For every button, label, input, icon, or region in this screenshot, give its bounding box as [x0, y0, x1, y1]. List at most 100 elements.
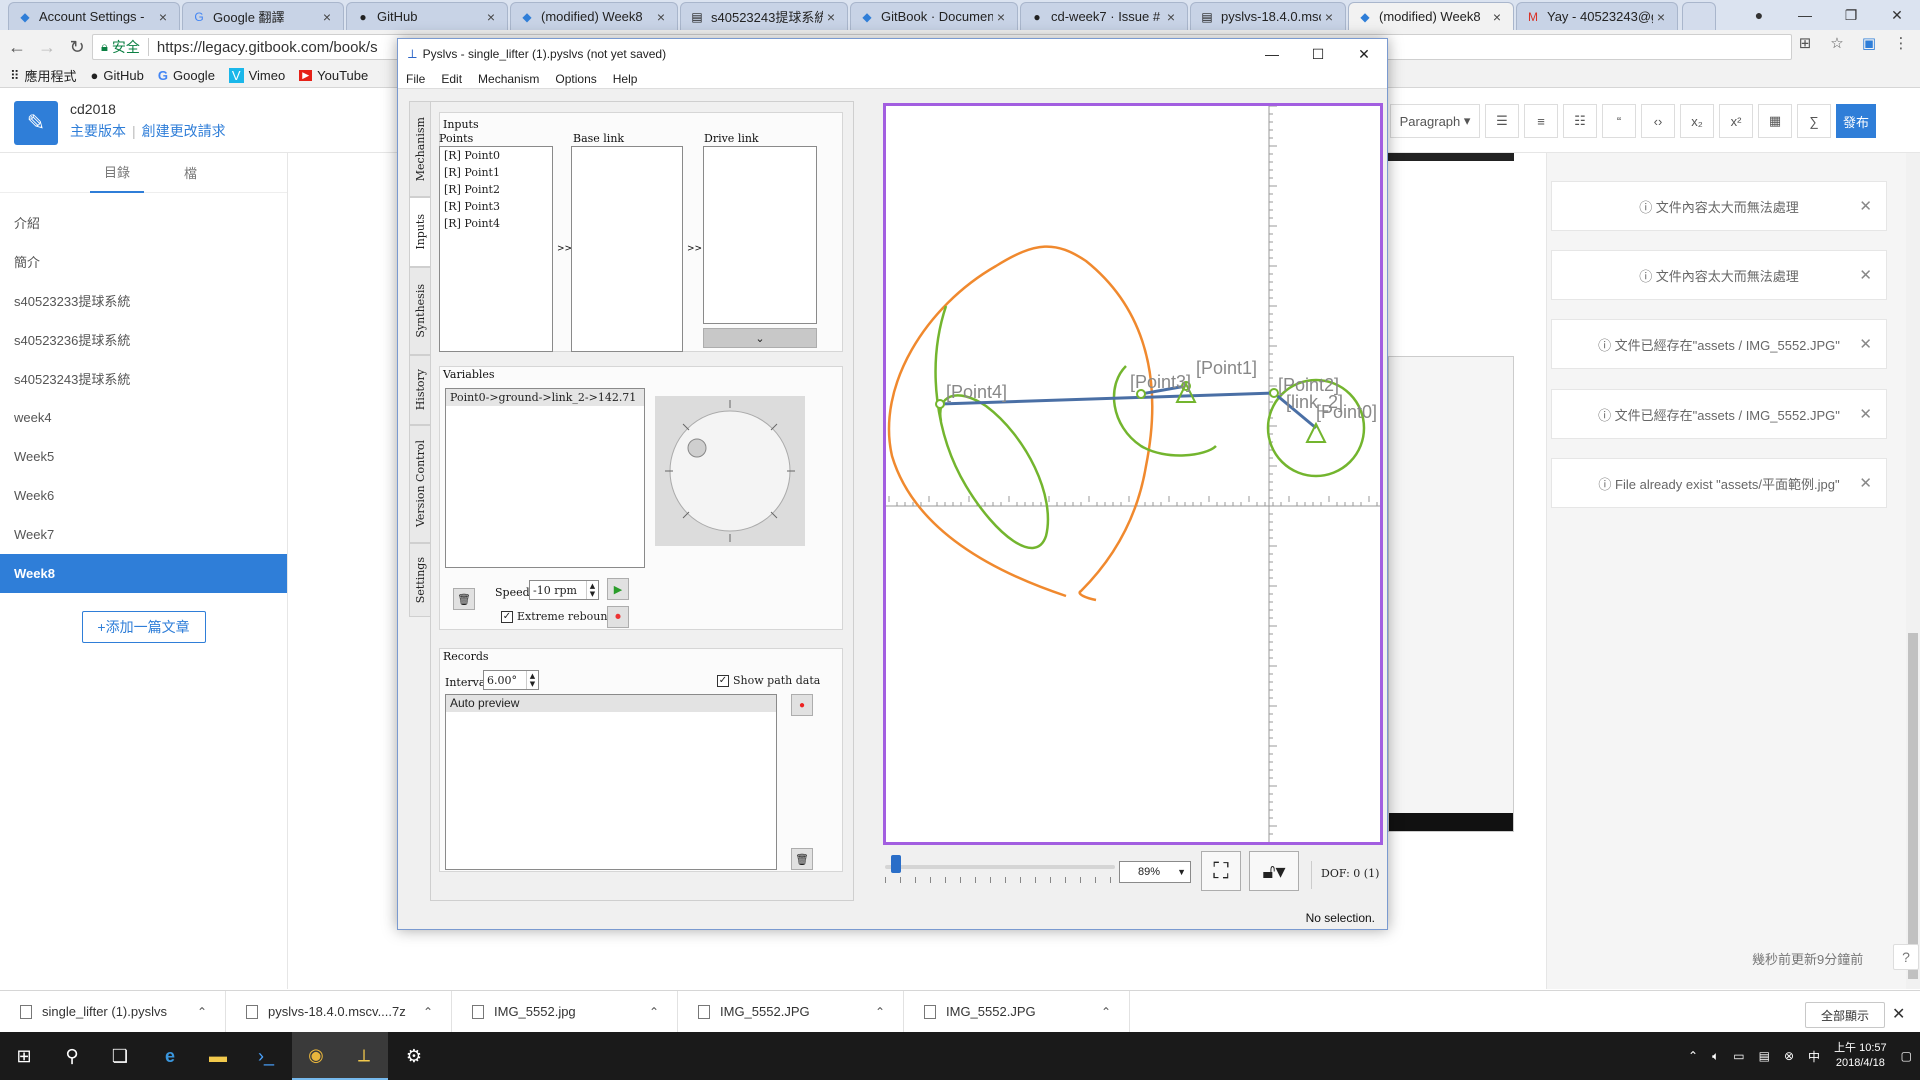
tab-toc[interactable]: 目錄	[89, 152, 144, 193]
close-icon[interactable]: ×	[823, 9, 839, 25]
minimize-icon[interactable]: —	[1782, 0, 1828, 30]
fit-view-icon[interactable]: ⛶	[1201, 851, 1241, 891]
python-icon[interactable]: ⚙	[390, 1032, 438, 1080]
download-item[interactable]: single_lifter (1).pyslvs ⌃	[0, 990, 226, 1033]
variables-list[interactable]: Point0->ground->link_2->142.71	[445, 388, 645, 568]
task-list-icon[interactable]: ☷	[1563, 104, 1597, 138]
bookmark-vimeo[interactable]: V Vimeo	[228, 68, 285, 83]
file-explorer-icon[interactable]: ▬	[194, 1032, 242, 1080]
close-icon[interactable]: ✕	[1859, 335, 1872, 353]
speed-spinbox[interactable]: -10 rpm ▲ ▼	[529, 580, 599, 600]
numbered-list-icon[interactable]: ≡	[1524, 104, 1558, 138]
chevron-up-icon[interactable]: ⌃	[875, 1005, 885, 1019]
chevron-up-icon[interactable]: ⌃	[1688, 1049, 1698, 1063]
close-icon[interactable]: ✕	[1859, 266, 1872, 284]
browser-tab-active[interactable]: ◆ (modified) Week8 ×	[1348, 2, 1514, 30]
help-button[interactable]: ?	[1893, 944, 1919, 970]
browser-tab[interactable]: ◆ (modified) Week8 ×	[510, 2, 678, 30]
sidebar-item[interactable]: 介紹	[0, 203, 287, 242]
move-right-button[interactable]: >>	[557, 244, 572, 254]
list-item[interactable]: [R] Point4	[440, 215, 552, 232]
points-list[interactable]: [R] Point0 [R] Point1 [R] Point2 [R] Poi…	[439, 146, 553, 352]
publish-button[interactable]: 發布	[1836, 104, 1877, 138]
bullet-list-icon[interactable]: ☰	[1485, 104, 1519, 138]
record-button[interactable]: ●	[791, 694, 813, 716]
tab-mechanism[interactable]: Mechanism	[409, 101, 431, 197]
list-item[interactable]: [R] Point3	[440, 198, 552, 215]
list-item[interactable]: Point0->ground->link_2->142.71	[446, 389, 644, 406]
superscript-icon[interactable]: x²	[1719, 104, 1753, 138]
zoom-select[interactable]: 89% ▼	[1119, 861, 1191, 883]
volume-icon[interactable]: 🔈︎	[1712, 1049, 1719, 1064]
network-icon[interactable]: ▭	[1733, 1049, 1744, 1063]
menu-edit[interactable]: Edit	[441, 72, 462, 86]
records-list[interactable]: Auto preview	[445, 694, 777, 870]
tab-settings[interactable]: Settings	[409, 543, 431, 617]
pencil-icon[interactable]: ✎	[14, 101, 58, 145]
restore-icon[interactable]: ❐	[1828, 0, 1874, 30]
download-item[interactable]: IMG_5552.JPG ⌃	[678, 990, 904, 1033]
star-icon[interactable]: ☆	[1826, 34, 1848, 52]
download-item[interactable]: pyslvs-18.4.0.mscv....7z ⌃	[226, 990, 452, 1033]
chevron-up-icon[interactable]: ⌃	[1101, 1005, 1111, 1019]
input-icon[interactable]: ⊗	[1784, 1049, 1794, 1063]
back-icon[interactable]: ←	[4, 34, 30, 60]
menu-help[interactable]: Help	[613, 72, 638, 86]
move-right-button[interactable]: >>	[687, 244, 702, 254]
trash-icon[interactable]: 🗑︎	[791, 848, 813, 870]
tab-synthesis[interactable]: Synthesis	[409, 267, 431, 355]
sidebar-item[interactable]: Week5	[0, 437, 287, 476]
search-icon[interactable]: ⚲	[48, 1032, 96, 1080]
show-path-data-checkbox[interactable]: ✓ Show path data	[717, 674, 820, 687]
browser-tab[interactable]: M Yay - 40523243@g ×	[1516, 2, 1678, 30]
chevron-up-icon[interactable]: ⌃	[423, 1005, 433, 1019]
code-icon[interactable]: ‹›	[1641, 104, 1675, 138]
angle-dial[interactable]	[655, 396, 805, 546]
close-icon[interactable]: ×	[1653, 9, 1669, 25]
browser-tab[interactable]: ▤ pyslvs-18.4.0.mscv ×	[1190, 2, 1346, 30]
bookmark-google[interactable]: G Google	[158, 68, 215, 83]
close-icon[interactable]: ×	[993, 9, 1009, 25]
bookmark-apps[interactable]: ⠿ 應用程式	[10, 66, 77, 85]
zoom-slider[interactable]	[885, 865, 1115, 869]
pyslvs-taskbar-icon[interactable]: ⟂	[340, 1032, 388, 1080]
close-icon[interactable]: ✕	[1874, 0, 1920, 30]
play-button[interactable]: ▶	[607, 578, 629, 600]
menu-options[interactable]: Options	[555, 72, 596, 86]
sidebar-item[interactable]: Week6	[0, 476, 287, 515]
stop-button[interactable]: ⏺	[607, 606, 629, 628]
extreme-rebound-checkbox[interactable]: ✓ Extreme rebound	[501, 610, 615, 623]
create-change-request-link[interactable]: 創建更改請求	[142, 123, 226, 139]
bookmark-github[interactable]: ● GitHub	[91, 68, 144, 83]
user-icon[interactable]: ●	[1736, 0, 1782, 30]
menu-icon[interactable]: ⋮	[1890, 34, 1912, 52]
tab-history[interactable]: History	[409, 355, 431, 425]
notification-icon[interactable]: ▤	[1759, 1049, 1770, 1063]
chrome-icon[interactable]: ◉	[292, 1032, 340, 1080]
lock-icon[interactable]: 🔓︎▾	[1249, 851, 1299, 891]
edge-icon[interactable]: e	[146, 1032, 194, 1080]
close-icon[interactable]: ×	[653, 9, 669, 25]
subscript-icon[interactable]: x₂	[1680, 104, 1714, 138]
slider-handle[interactable]	[891, 855, 901, 873]
trash-icon[interactable]: 🗑︎	[453, 588, 475, 610]
sidebar-item-active[interactable]: Week8	[0, 554, 287, 593]
chevron-up-icon[interactable]: ⌃	[649, 1005, 659, 1019]
list-item[interactable]: [R] Point2	[440, 181, 552, 198]
tab-version-control[interactable]: Version Control	[409, 425, 431, 543]
reload-icon[interactable]: ↻	[64, 34, 90, 60]
sidebar-item[interactable]: s40523236提球系統	[0, 320, 287, 359]
forward-icon[interactable]: →	[34, 34, 60, 60]
close-icon[interactable]: ×	[319, 9, 335, 25]
browser-tab[interactable]: G Google 翻譯 ×	[182, 2, 344, 30]
main-version-link[interactable]: 主要版本	[70, 123, 126, 139]
task-view-icon[interactable]: ❏	[96, 1032, 144, 1080]
sidebar-item[interactable]: s40523233提球系統	[0, 281, 287, 320]
powershell-icon[interactable]: ›_	[242, 1032, 290, 1080]
mechanism-canvas[interactable]: [Point4] [Point1] [Point2] [link_2] [Poi…	[883, 103, 1383, 845]
sidebar-item[interactable]: s40523243提球系統	[0, 359, 287, 398]
interval-spinbox[interactable]: 6.00° ▲ ▼	[483, 670, 539, 690]
joint-point2[interactable]	[1269, 388, 1279, 398]
tab-files[interactable]: 檔	[184, 153, 197, 192]
close-icon[interactable]: ✕	[1859, 197, 1872, 215]
